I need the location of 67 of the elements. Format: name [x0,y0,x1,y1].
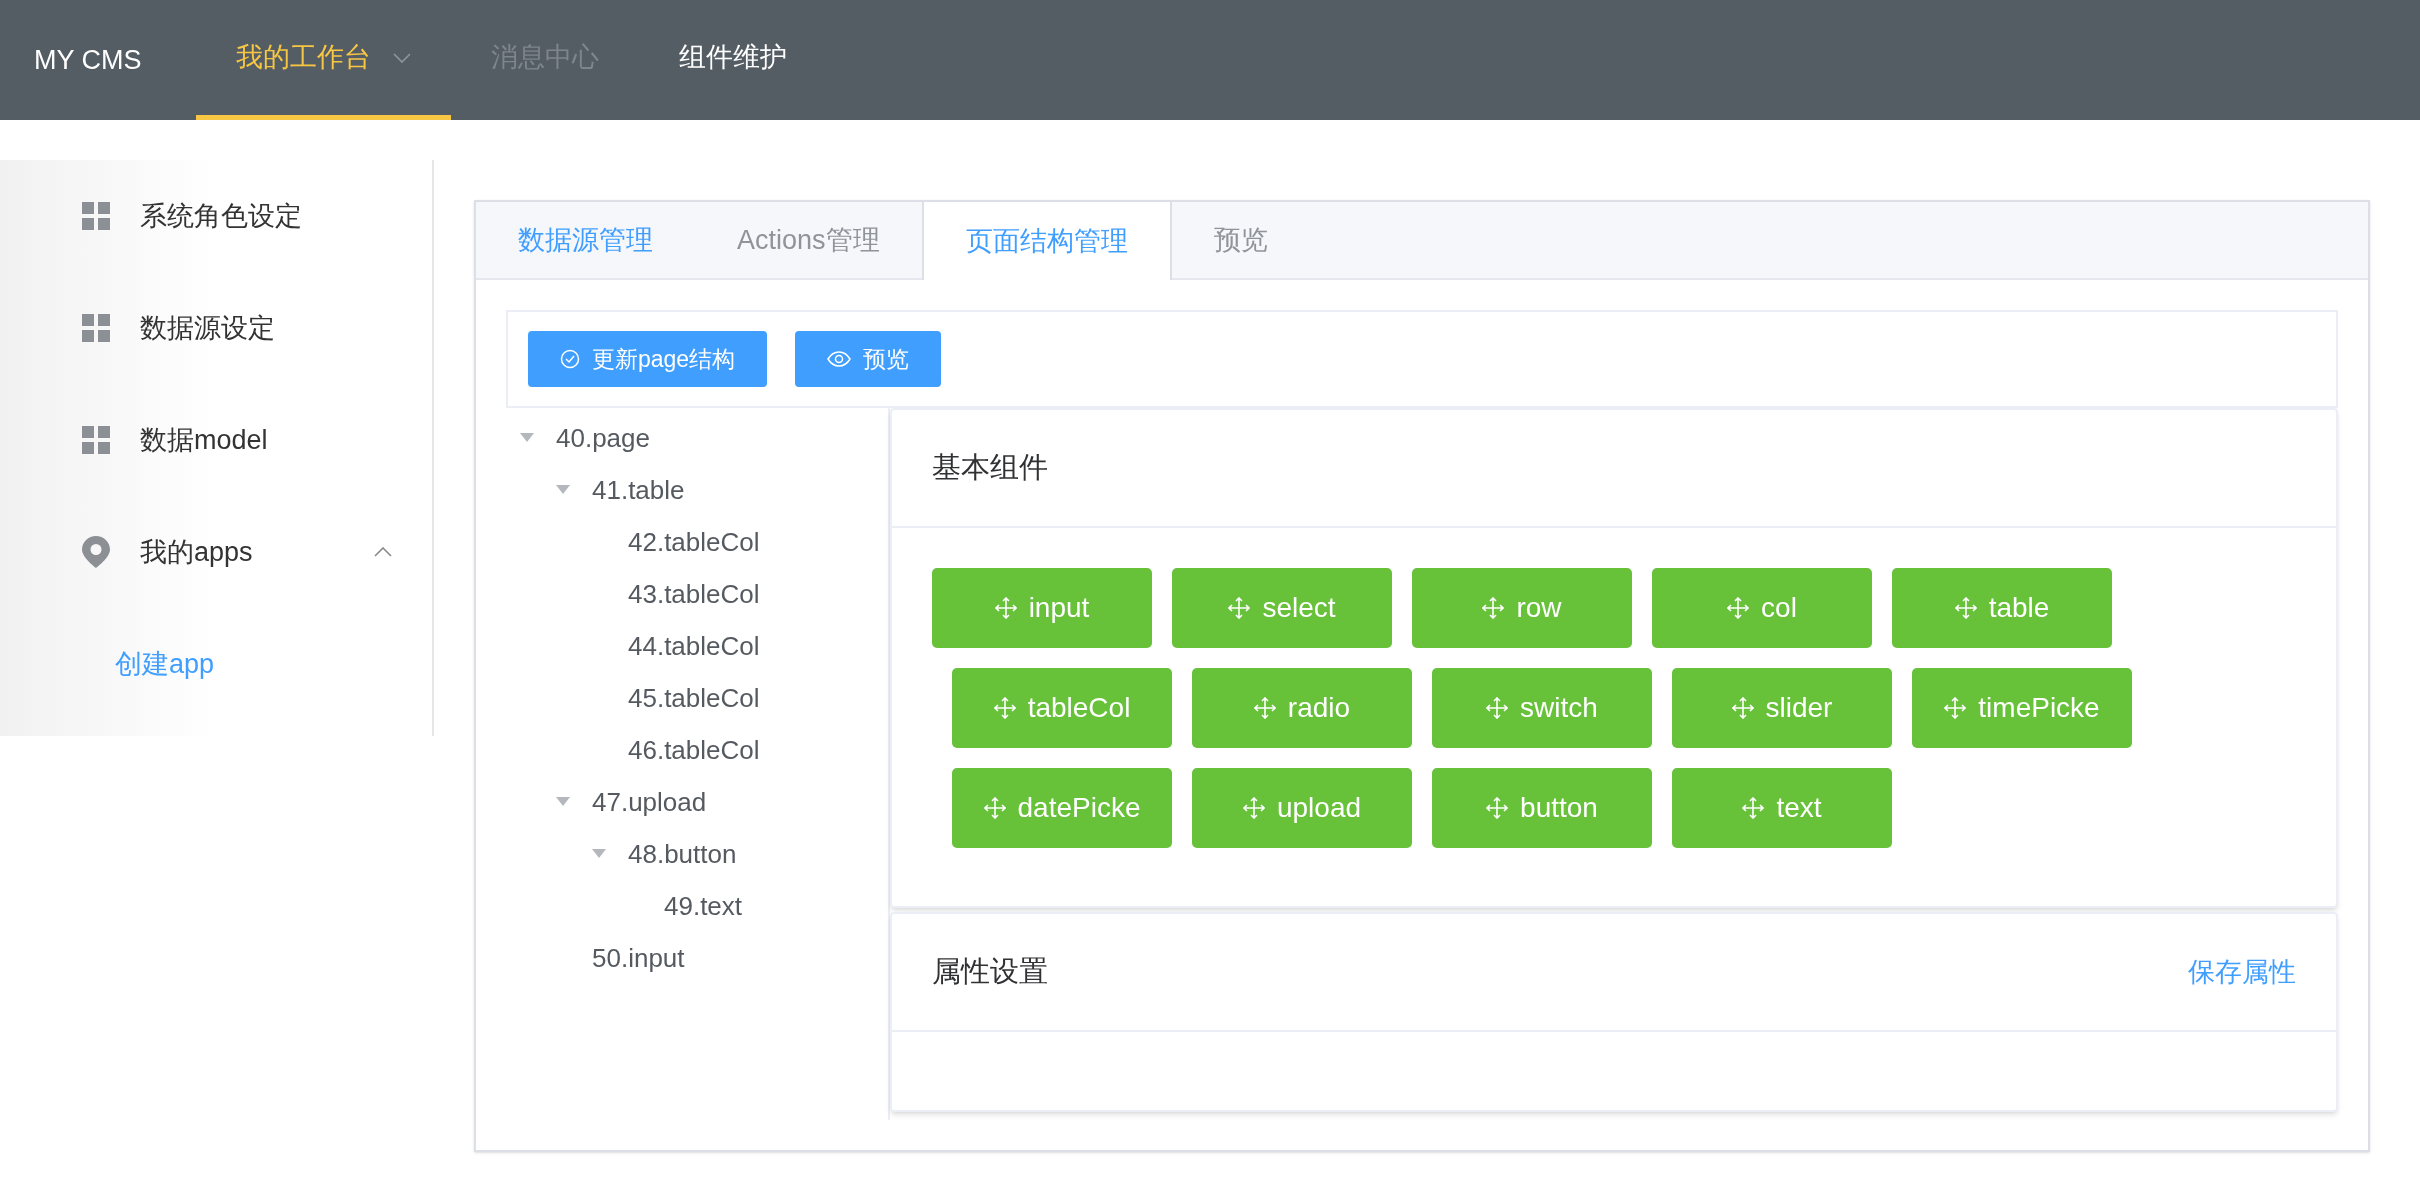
move-arrows-icon [993,697,1016,719]
component-button[interactable]: switch [1432,668,1652,748]
component-button[interactable]: row [1412,568,1632,648]
tab[interactable]: Actions管理 [695,202,922,278]
sidebar-item[interactable]: 数据model [0,384,432,496]
card-title: 基本组件 [932,450,1048,486]
tree-node-label[interactable]: 40.page [556,418,650,458]
expand-triangle-icon[interactable] [556,797,570,807]
sidebar-item[interactable]: 系统角色设定 [0,160,432,272]
move-arrows-icon [1242,797,1265,819]
sidebar-item[interactable]: 我的apps [0,496,432,608]
move-arrows-icon [1253,697,1276,719]
move-arrows-icon [1727,597,1750,619]
tree-node-label[interactable]: 45.tableCol [628,678,760,718]
component-button[interactable]: select [1172,568,1392,648]
eye-icon [827,351,852,367]
tab[interactable]: 预览 [1171,202,1310,278]
nav-menu-item[interactable]: 我的工作台 [195,0,451,120]
expand-triangle-icon[interactable] [592,849,606,859]
location-pin-icon [82,536,110,568]
tab[interactable]: 页面结构管理 [921,202,1172,280]
move-arrows-icon [1228,597,1251,619]
tree-node-label[interactable]: 41.table [592,470,685,510]
move-arrows-icon [1486,797,1509,819]
tree-node-label[interactable]: 42.tableCol [628,522,760,562]
tree-node-label[interactable]: 49.text [664,886,743,926]
tree-node-label[interactable]: 48.button [628,834,737,874]
expand-triangle-icon[interactable] [520,433,534,443]
move-arrows-icon [1482,597,1505,619]
sidebar-subitem[interactable]: 创建app [0,608,432,720]
component-button[interactable]: upload [1192,768,1412,848]
grid-icon [82,426,110,454]
tab[interactable]: 数据源管理 [476,202,695,278]
tree-node-label[interactable]: 50.input [592,938,685,978]
component-button[interactable]: col [1652,568,1872,648]
component-button[interactable]: timePicke [1912,668,2132,748]
component-button[interactable]: tableCol [952,668,1172,748]
move-arrows-icon [1742,797,1765,819]
component-button[interactable]: text [1672,768,1892,848]
move-arrows-icon [1486,697,1509,719]
component-button[interactable]: slider [1672,668,1892,748]
expand-triangle-icon[interactable] [556,485,570,495]
save-link[interactable]: 保存属性 [2188,951,2296,993]
component-button[interactable]: button [1432,768,1652,848]
move-arrows-icon [1731,697,1754,719]
chevron-up-icon [374,547,392,557]
brand-title: MY CMS [34,43,142,77]
move-arrows-icon [994,597,1017,619]
component-button[interactable]: radio [1192,668,1412,748]
tree-node-label[interactable]: 43.tableCol [628,574,760,614]
tree-node-label[interactable]: 47.upload [592,782,707,822]
tree-node-label[interactable]: 46.tableCol [628,730,760,770]
component-button[interactable]: datePicke [952,768,1172,848]
component-button[interactable]: table [1892,568,2112,648]
move-arrows-icon [1954,597,1977,619]
toolbar-button[interactable]: 预览 [795,331,942,387]
sidebar-item[interactable]: 数据源设定 [0,272,432,384]
card-title: 属性设置 [932,954,1048,990]
component-button[interactable]: input [932,568,1152,648]
grid-icon [82,314,110,342]
check-circle-icon [560,349,580,369]
tree-node-label[interactable]: 44.tableCol [628,626,760,666]
nav-menu-item[interactable]: 组件维护 [638,0,827,120]
move-arrows-icon [983,797,1006,819]
toolbar-button[interactable]: 更新page结构 [528,331,768,387]
move-arrows-icon [1944,697,1967,719]
grid-icon [82,202,110,230]
